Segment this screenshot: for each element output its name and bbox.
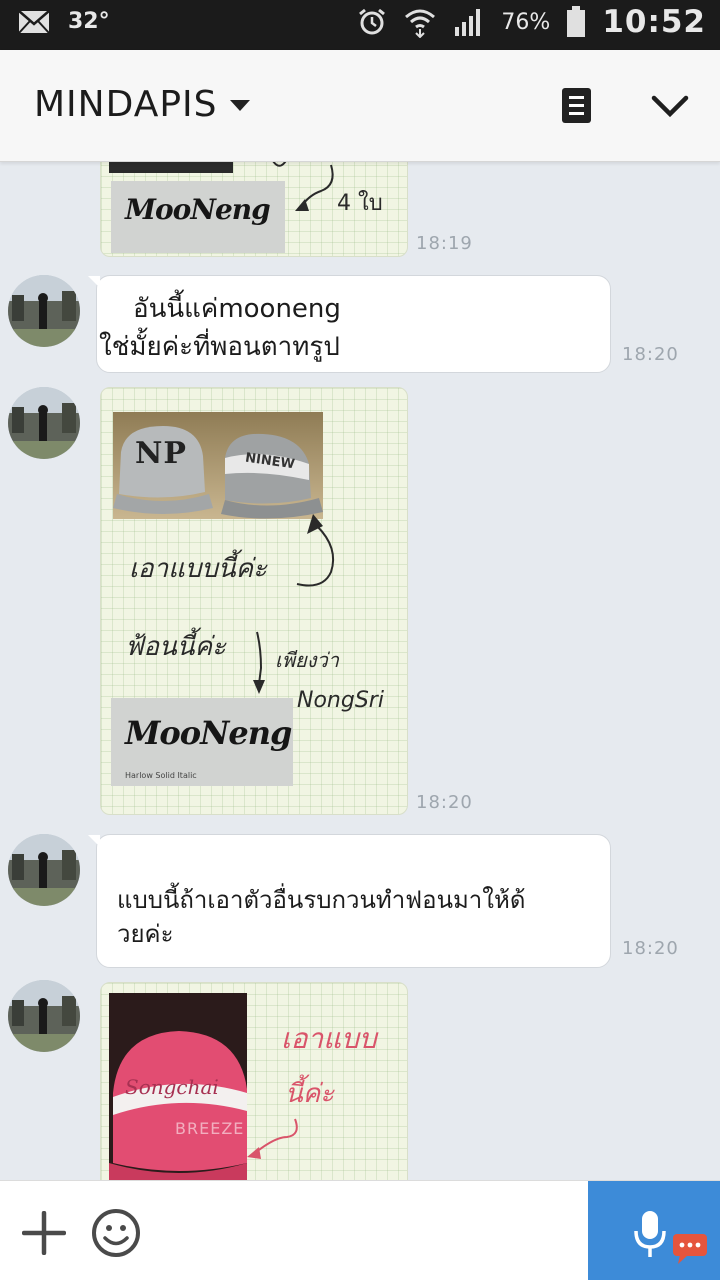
message-time: 18:20 bbox=[622, 344, 679, 365]
message-time: 18:20 bbox=[622, 938, 679, 959]
cap-text: Songchai bbox=[125, 1075, 219, 1099]
message-bubble[interactable]: อันนี้แค่mooneng ใช่มั้ยค่ะที่พอนตาทรูป bbox=[88, 275, 611, 373]
handwriting-text: เอาแบบนี้ค่ะ bbox=[129, 554, 267, 584]
handwriting-text: นี้ค่ะ bbox=[285, 1079, 335, 1109]
caps-photo: NP NINEW bbox=[113, 412, 323, 519]
avatar[interactable] bbox=[8, 275, 80, 347]
add-attachment-plus-icon[interactable] bbox=[22, 1211, 66, 1255]
microphone-icon bbox=[634, 1211, 666, 1257]
handwriting-text: 4 ใบ bbox=[337, 191, 383, 216]
handwriting-text: เอาแบบ bbox=[281, 1022, 377, 1055]
clock: 10:52 bbox=[602, 4, 706, 40]
battery-icon bbox=[567, 6, 586, 37]
mooneng-logo-card: MooNeng Harlow Solid Italic bbox=[111, 698, 293, 786]
arrow-annotation bbox=[295, 164, 334, 211]
note-message[interactable]: Songchai BREEZE เอาแบบ นี้ค่ะ bbox=[100, 982, 408, 1180]
message-time: 18:19 bbox=[416, 233, 473, 254]
chevron-down-icon[interactable] bbox=[230, 100, 250, 111]
mail-icon bbox=[18, 9, 50, 34]
chat-title[interactable]: MINDAPIS bbox=[34, 84, 218, 125]
cap-text: NP bbox=[135, 436, 187, 471]
message-time: 18:20 bbox=[416, 792, 473, 813]
message-bubble[interactable]: แบบนี้ถ้าเอาตัวอื่นรบกวนทำฟอนมาให้ด้ วยค… bbox=[88, 834, 611, 968]
handwriting-text: NongSri bbox=[297, 688, 384, 713]
cropped-photo bbox=[109, 162, 233, 173]
emoji-icon[interactable] bbox=[90, 1207, 142, 1259]
note-message[interactable]: NP NINEW เอาแบบนี้ค่ะ ฟ้อนนี้ค่ะ เพียงว่… bbox=[100, 387, 408, 815]
message-input-bar bbox=[0, 1180, 720, 1280]
mooneng-logo-card: MooNeng bbox=[111, 181, 285, 253]
chat-header: MINDAPIS bbox=[0, 50, 720, 162]
avatar[interactable] bbox=[8, 980, 80, 1052]
alarm-icon bbox=[359, 8, 386, 35]
collapse-chevron-icon[interactable] bbox=[648, 86, 692, 126]
handwriting-text: ฟ้อนนี้ค่ะ bbox=[125, 632, 226, 662]
arrow-annotations bbox=[253, 514, 335, 694]
chat-bubble-icon bbox=[673, 1234, 707, 1264]
status-bar: 32° 76% 10:52 bbox=[0, 0, 720, 50]
voice-message-button[interactable] bbox=[588, 1181, 720, 1280]
note-message[interactable]: MooNeng 4 ใบ bbox=[100, 162, 408, 257]
chat-messages[interactable]: MooNeng 4 ใบ 18:19 อันนี้แค่mooneng ใช่ม… bbox=[0, 162, 720, 1180]
battery-percent: 76% bbox=[501, 9, 551, 35]
temperature-text: 32° bbox=[68, 9, 110, 34]
notes-icon[interactable] bbox=[562, 88, 591, 123]
pink-cap-photo: Songchai BREEZE bbox=[109, 993, 247, 1180]
watermark-text: BREEZE bbox=[175, 1119, 245, 1138]
handwriting-text: เพียงว่า bbox=[275, 648, 339, 672]
avatar[interactable] bbox=[8, 834, 80, 906]
wifi-icon bbox=[405, 9, 436, 38]
avatar[interactable] bbox=[8, 387, 80, 459]
arrow-annotation bbox=[247, 1118, 298, 1159]
signal-icon bbox=[455, 9, 481, 36]
